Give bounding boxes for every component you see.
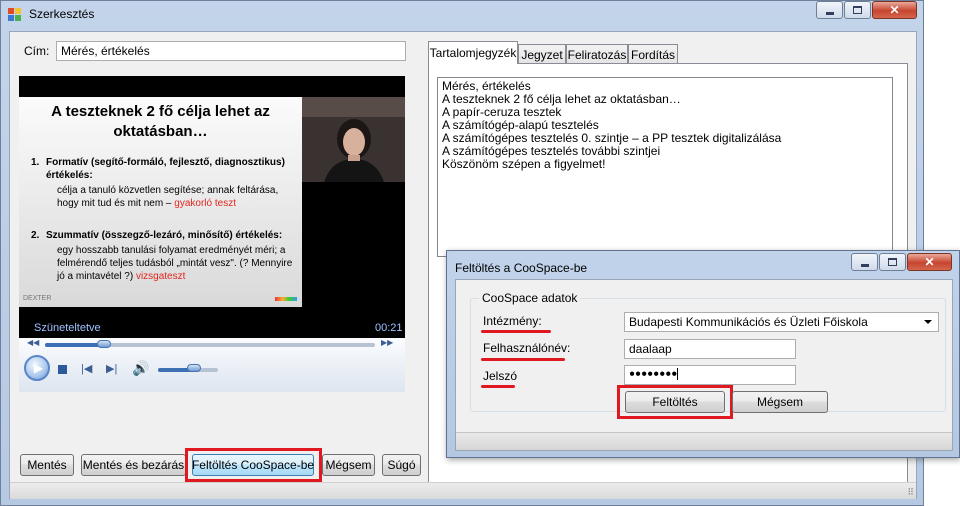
text-cursor — [677, 368, 679, 380]
main-statusbar: ⠿ — [10, 482, 916, 499]
save-close-button[interactable]: Mentés és bezárás — [81, 454, 186, 476]
rewind-small-icon[interactable]: ◀◀ — [27, 338, 39, 347]
slide-item1-number: 1. — [31, 157, 40, 168]
slide-item1-body: célja a tanuló közvetlen segítése; annak… — [57, 184, 297, 210]
password-underline — [481, 385, 515, 388]
dialog-client-area: CooSpace adatok Intézmény: Budapesti Kom… — [455, 279, 953, 451]
minimize-icon — [825, 11, 834, 15]
upload-dialog: Feltöltés a CooSpace-be ✕ CooSpace adato… — [446, 250, 960, 458]
playback-time: 00:21 — [375, 322, 403, 334]
institution-underline — [481, 330, 551, 333]
maximize-button[interactable] — [844, 1, 871, 19]
tab-tartalomjegyzek[interactable]: Tartalomjegyzék — [428, 41, 518, 64]
dialog-cancel-button[interactable]: Mégsem — [732, 391, 828, 413]
slide-watermark: DEXTER — [23, 295, 52, 302]
help-button[interactable]: Súgó — [382, 454, 421, 476]
cim-label: Cím: — [24, 44, 50, 58]
toc-list[interactable]: Mérés, értékelés A teszteknek 2 fő célja… — [437, 77, 893, 257]
password-input[interactable]: ●●●●●●●● — [624, 365, 796, 385]
group-title: CooSpace adatok — [479, 291, 581, 305]
slide-item2-body: egy hosszabb tanulási folyamat eredményé… — [57, 244, 299, 283]
slide-logo — [275, 297, 297, 301]
toc-item[interactable]: Köszönöm szépen a figyelmet! — [442, 158, 888, 171]
player-controls: ◀◀ ▶▶ ▶ |◀ ▶| 🔊 — [19, 338, 405, 392]
password-label: Jelszó — [483, 369, 518, 383]
institution-value: Budapesti Kommunikációs és Üzleti Főisko… — [629, 315, 868, 329]
dialog-title: Feltöltés a CooSpace-be — [455, 261, 588, 275]
resize-grip-icon[interactable]: ⠿ — [907, 487, 914, 498]
slide-title: A teszteknek 2 fő célja lehet az oktatás… — [51, 103, 270, 140]
slide-item1-body-text: célja a tanuló közvetlen segítése; annak… — [57, 185, 279, 209]
maximize-icon — [888, 258, 897, 266]
stop-button[interactable] — [58, 365, 67, 374]
cim-input[interactable]: Mérés, értékelés — [56, 41, 406, 61]
slide-item2-title: Szummatív (összegző-lezáró, minősítő) ér… — [46, 230, 283, 241]
institution-select[interactable]: Budapesti Kommunikációs és Üzleti Főisko… — [624, 312, 939, 332]
volume-icon[interactable]: 🔊 — [132, 360, 149, 377]
chevron-down-icon — [924, 320, 932, 324]
username-label: Felhasználónév: — [483, 341, 571, 355]
password-value: ●●●●●●●● — [629, 368, 678, 380]
tab-feliratozas[interactable]: Feliratozás — [566, 44, 628, 64]
forward-small-icon[interactable]: ▶▶ — [381, 338, 393, 347]
save-button[interactable]: Mentés — [20, 454, 74, 476]
close-button[interactable]: ✕ — [872, 1, 917, 19]
username-underline — [481, 358, 565, 361]
next-button[interactable]: ▶| — [106, 362, 117, 375]
coospace-groupbox: CooSpace adatok Intézmény: Budapesti Kom… — [470, 291, 946, 419]
dialog-statusbar — [456, 432, 952, 450]
seek-progress — [45, 343, 105, 347]
volume-knob[interactable] — [187, 364, 201, 372]
webcam-view — [302, 97, 405, 182]
play-icon: ▶ — [33, 361, 44, 375]
tab-forditas[interactable]: Fordítás — [628, 44, 678, 64]
slide-item1-title: Formatív (segítő-formáló, fejlesztő, dia… — [46, 157, 285, 181]
slide-item2-number: 2. — [31, 230, 40, 241]
slide-image: A teszteknek 2 fő célja lehet az oktatás… — [19, 97, 302, 307]
cancel-button[interactable]: Mégsem — [322, 454, 375, 476]
tab-jegyzet[interactable]: Jegyzet — [518, 44, 566, 64]
minimize-button[interactable] — [816, 1, 843, 19]
playback-status: Szüneteltetve — [34, 322, 101, 334]
institution-label: Intézmény: — [483, 314, 542, 328]
dialog-upload-button[interactable]: Feltöltés — [625, 391, 725, 413]
dialog-close-button[interactable]: ✕ — [907, 253, 952, 271]
window-title: Szerkesztés — [29, 7, 95, 21]
username-input[interactable]: daalaap — [624, 339, 796, 359]
minimize-icon — [860, 263, 869, 267]
seek-knob[interactable] — [97, 340, 112, 348]
play-button[interactable]: ▶ — [24, 355, 50, 381]
video-player[interactable]: A teszteknek 2 fő célja lehet az oktatás… — [19, 76, 405, 352]
app-icon — [8, 8, 22, 22]
close-icon: ✕ — [924, 255, 935, 269]
previous-button[interactable]: |◀ — [81, 362, 92, 375]
presenter-image — [302, 97, 405, 182]
slide-item1-highlight: gyakorló teszt — [174, 198, 236, 209]
dialog-maximize-button[interactable] — [879, 253, 906, 271]
maximize-icon — [853, 6, 862, 14]
dialog-minimize-button[interactable] — [851, 253, 878, 271]
seek-track[interactable] — [45, 340, 375, 348]
upload-coospace-button[interactable]: Feltöltés CooSpace-be — [192, 454, 314, 476]
close-icon: ✕ — [889, 3, 900, 17]
slide-item2-highlight: vizsgateszt — [135, 271, 186, 282]
